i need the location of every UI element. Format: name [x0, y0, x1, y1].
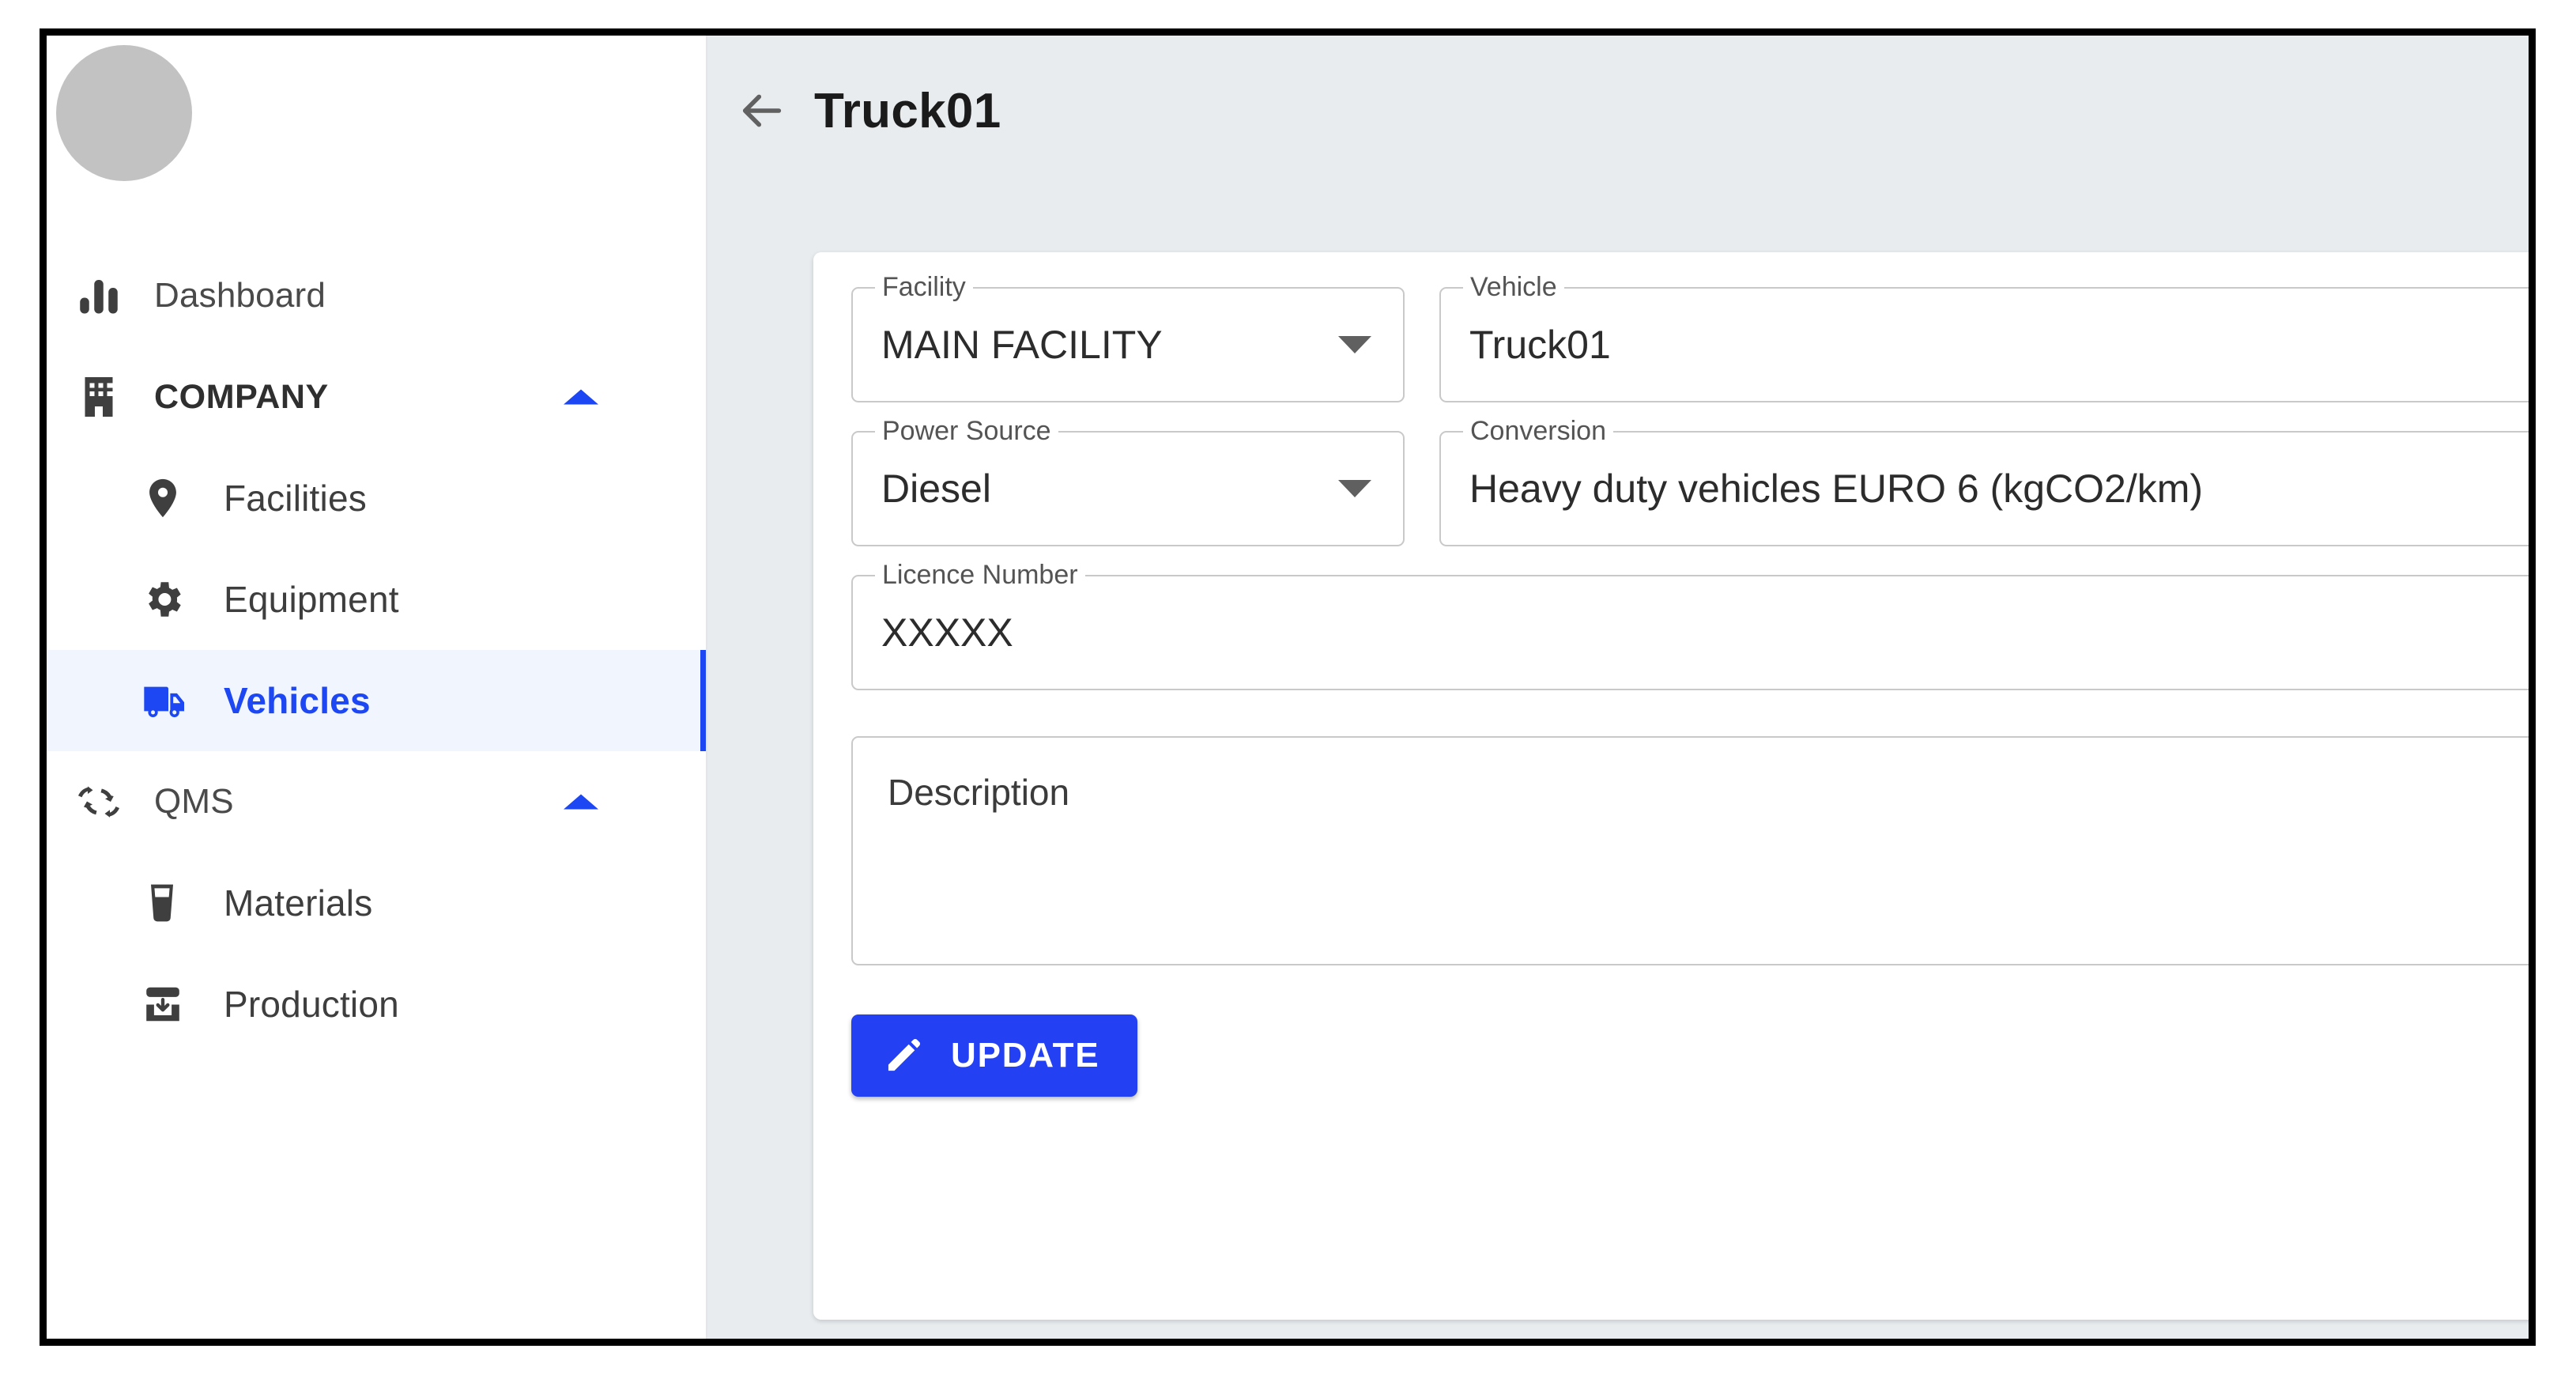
sidebar-item-label: Materials [224, 882, 373, 924]
sidebar-item-label: Equipment [224, 579, 399, 620]
licence-number-field[interactable]: Licence Number XXXXX [851, 561, 2529, 690]
sidebar-item-label: Facilities [224, 478, 367, 519]
building-icon [75, 373, 135, 421]
facility-value: MAIN FACILITY [881, 323, 1163, 367]
sidebar-item-equipment[interactable]: Equipment [47, 549, 706, 650]
app-body: Dashboard COMPANY Facilities Equipment V… [47, 36, 2529, 1339]
vehicle-field[interactable]: Vehicle Truck01 [1439, 273, 2529, 402]
sidebar-item-label: Vehicles [224, 680, 371, 721]
sidebar-item-label: COMPANY [154, 377, 329, 416]
location-pin-icon [140, 475, 200, 521]
sidebar-item-qms[interactable]: QMS [47, 751, 706, 852]
avatar[interactable] [56, 45, 192, 181]
page-header: Truck01 [707, 36, 2529, 186]
sidebar-nav-list: Dashboard COMPANY Facilities Equipment V… [47, 245, 706, 1055]
conversion-select[interactable]: Conversion Heavy duty vehicles EURO 6 (k… [1439, 417, 2529, 546]
chevron-up-icon[interactable] [564, 389, 598, 405]
description-textarea[interactable]: Description [851, 736, 2529, 965]
sidebar-item-label: QMS [154, 782, 234, 821]
press-icon [140, 981, 200, 1027]
page-title: Truck01 [814, 83, 1001, 138]
update-button[interactable]: UPDATE [851, 1014, 1138, 1097]
facility-label: Facility [875, 273, 973, 301]
pencil-icon [883, 1035, 924, 1076]
field-outline [851, 575, 2529, 690]
form-row-3: Licence Number XXXXX [851, 561, 2529, 690]
sidebar-item-label: Production [224, 984, 399, 1025]
licence-number-value: XXXXX [881, 610, 1013, 655]
power-source-label: Power Source [875, 417, 1058, 445]
bar-chart-icon [75, 272, 135, 319]
sidebar-item-dashboard[interactable]: Dashboard [47, 245, 706, 346]
vehicle-form-card: Facility MAIN FACILITY Vehicle Truck01 P… [813, 252, 2529, 1320]
chevron-down-icon[interactable] [1338, 336, 1371, 353]
main-content: Truck01 Facility MAIN FACILITY Vehicle T… [707, 36, 2529, 1339]
sidebar: Dashboard COMPANY Facilities Equipment V… [47, 36, 707, 1339]
truck-icon [140, 675, 200, 726]
gear-icon [140, 576, 200, 622]
chevron-down-icon[interactable] [1338, 480, 1371, 497]
sidebar-item-facilities[interactable]: Facilities [47, 448, 706, 549]
vehicle-value: Truck01 [1469, 323, 1611, 367]
sidebar-item-vehicles[interactable]: Vehicles [47, 650, 706, 751]
description-placeholder: Description [888, 772, 1070, 813]
conversion-value: Heavy duty vehicles EURO 6 (kgCO2/km) [1469, 467, 2204, 511]
arrow-left-icon[interactable] [737, 85, 787, 136]
facility-select[interactable]: Facility MAIN FACILITY [851, 273, 1405, 402]
update-button-label: UPDATE [951, 1036, 1100, 1075]
sidebar-item-production[interactable]: Production [47, 954, 706, 1055]
app-window: Dashboard COMPANY Facilities Equipment V… [40, 28, 2536, 1346]
form-row-2: Power Source Diesel Conversion Heavy dut… [851, 417, 2529, 546]
conversion-label: Conversion [1463, 417, 1613, 445]
sidebar-item-label: Dashboard [154, 276, 326, 315]
recycle-icon [75, 778, 135, 826]
sidebar-item-materials[interactable]: Materials [47, 852, 706, 954]
sidebar-item-company[interactable]: COMPANY [47, 346, 706, 448]
power-source-value: Diesel [881, 467, 991, 511]
vehicle-label: Vehicle [1463, 273, 1564, 301]
power-source-select[interactable]: Power Source Diesel [851, 417, 1405, 546]
chevron-up-icon[interactable] [564, 794, 598, 810]
form-row-1: Facility MAIN FACILITY Vehicle Truck01 [851, 273, 2529, 402]
glass-icon [140, 881, 200, 925]
licence-number-label: Licence Number [875, 561, 1085, 589]
